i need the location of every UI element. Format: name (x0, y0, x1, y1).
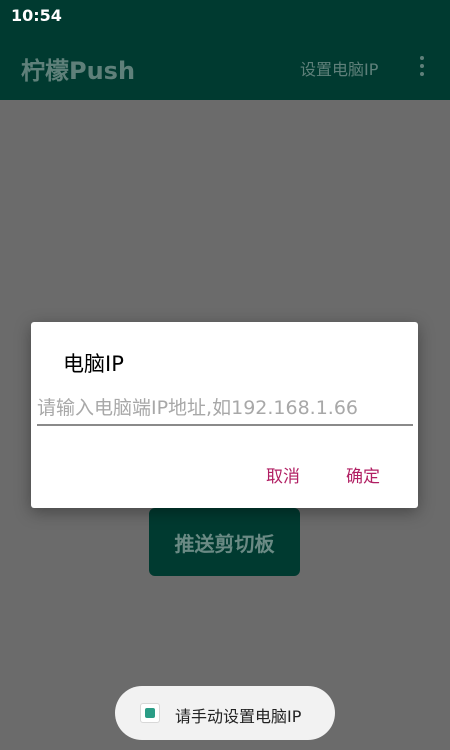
dialog-title: 电脑IP (63, 352, 124, 376)
toast-text: 请手动设置电脑IP (175, 707, 302, 726)
more-vert-icon[interactable] (412, 54, 432, 78)
status-time: 10:54 (11, 6, 62, 25)
confirm-button[interactable]: 确定 (346, 462, 380, 487)
push-clipboard-button[interactable]: 推送剪切板 (149, 508, 300, 576)
status-bar: 10:54 (0, 0, 450, 32)
app-title: 柠檬Push (21, 57, 136, 85)
app-bar: 柠檬Push 设置电脑IP (0, 32, 450, 100)
pc-ip-dialog: 电脑IP 取消 确定 (31, 322, 418, 508)
cancel-button[interactable]: 取消 (266, 462, 300, 487)
set-pc-ip-action[interactable]: 设置电脑IP (300, 56, 378, 80)
toast: 请手动设置电脑IP (115, 686, 335, 740)
app-icon (140, 703, 160, 723)
ip-address-input[interactable] (37, 392, 413, 426)
